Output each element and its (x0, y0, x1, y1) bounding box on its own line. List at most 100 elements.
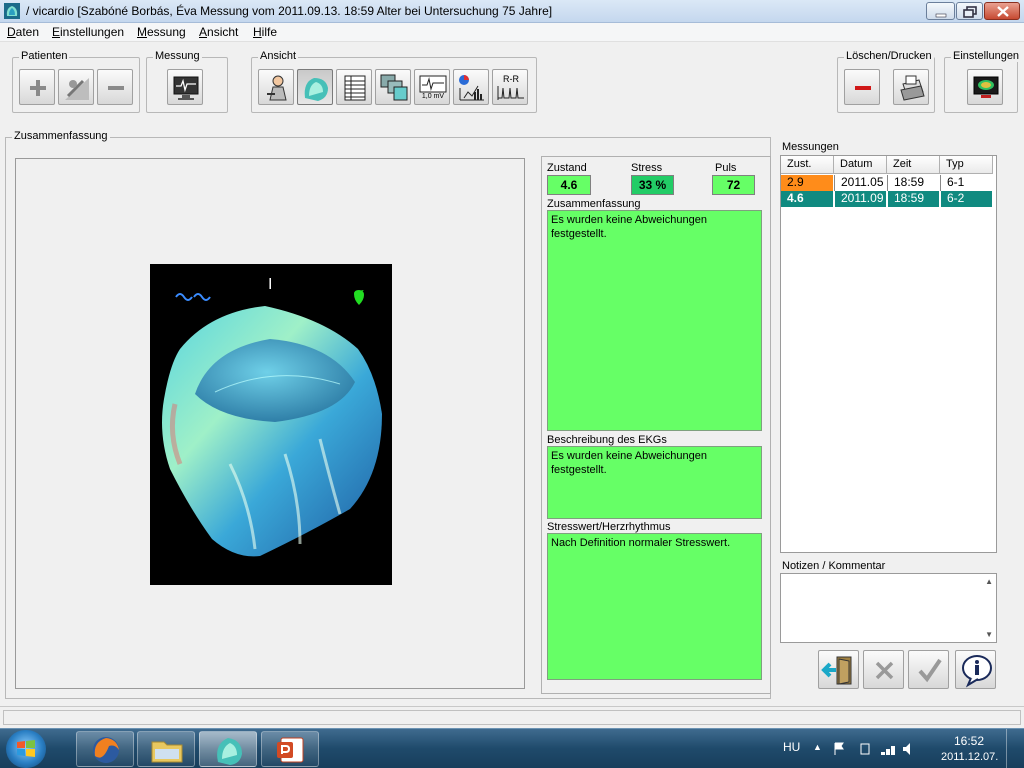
confirm-button[interactable] (908, 650, 949, 689)
summary-text: Es wurden keine Abweichungen festgestell… (547, 210, 762, 431)
add-patient-button[interactable] (19, 69, 55, 105)
einstellungen-label: Einstellungen (951, 50, 1022, 62)
rr-interval-view-button[interactable]: R-R (492, 69, 528, 105)
stress-label: Stress (631, 162, 663, 174)
info-icon (962, 655, 992, 688)
menu-hilfe[interactable]: Hilfe (253, 25, 277, 39)
rr-interval-icon (497, 86, 524, 100)
action-center-flag-icon[interactable] (834, 742, 844, 755)
column-header-zeit[interactable]: Zeit (887, 156, 940, 174)
window-title: / vicardio [Szabóné Borbás, Éva Messung … (26, 4, 553, 18)
show-desktop-button[interactable] (1006, 729, 1024, 768)
messung-label: Messung (153, 50, 202, 62)
volume-icon[interactable] (903, 743, 910, 755)
tray-icons[interactable] (833, 741, 913, 757)
scroll-up-icon[interactable]: ▲ (985, 577, 993, 586)
taskbar: HU ▲ 16:52 2011.12.07. (0, 728, 1024, 768)
measurements-list[interactable]: Zust. Datum Zeit Typ 2.9 2011.05 18:59 6… (780, 155, 997, 553)
info-button[interactable] (955, 650, 996, 689)
scroll-down-icon[interactable]: ▼ (985, 630, 993, 639)
multi-view-button[interactable] (375, 69, 411, 105)
loeschen-drucken-label: Löschen/Drucken (844, 50, 934, 62)
notes-textarea[interactable]: ▲ ▼ (780, 573, 997, 643)
menu-ansicht[interactable]: Ansicht (199, 25, 238, 39)
exit-button[interactable] (818, 650, 859, 689)
minus-icon (108, 86, 124, 90)
taskbar-explorer[interactable] (137, 731, 195, 767)
title-bar[interactable]: / vicardio [Szabóné Borbás, Éva Messung … (0, 0, 1024, 23)
multi-window-icon (380, 74, 408, 101)
cross-icon (875, 661, 894, 680)
column-header-zust[interactable]: Zust. (781, 156, 834, 174)
close-button[interactable] (984, 2, 1020, 20)
messungen-label: Messungen (782, 141, 839, 153)
zustand-value: 4.6 (547, 175, 591, 195)
taskbar-powerpoint[interactable] (261, 731, 319, 767)
safely-remove-icon[interactable] (860, 743, 870, 755)
edit-patient-button[interactable] (58, 69, 94, 105)
ansicht-label: Ansicht (258, 50, 299, 62)
print-button[interactable] (893, 69, 929, 105)
row-zeit: 18:59 (887, 191, 940, 207)
minimize-button[interactable] (926, 2, 955, 20)
einstellungen-group: Einstellungen (944, 50, 1022, 113)
3d-heart-view-button[interactable] (297, 69, 333, 105)
menu-einstellungen[interactable]: Einstellungen (52, 25, 124, 39)
language-indicator[interactable]: HU (783, 740, 800, 754)
taskbar-vicardio[interactable] (199, 731, 257, 767)
network-icon[interactable] (881, 746, 895, 755)
monitor-settings-icon (973, 76, 999, 98)
row-typ: 6-1 (940, 175, 993, 191)
exit-door-icon (821, 656, 852, 685)
show-hidden-icons-icon[interactable]: ▲ (813, 742, 822, 752)
pie-bar-chart-icon (459, 75, 484, 101)
menu-daten[interactable]: Daten (7, 25, 39, 39)
puls-value: 72 (712, 175, 755, 195)
column-header-datum[interactable]: Datum (834, 156, 887, 174)
row-datum: 2011.09 (834, 191, 887, 207)
zusammenfassung-section-label: Zusammenfassung (12, 130, 110, 142)
restore-button[interactable] (956, 2, 983, 20)
ecg-scale-icon (419, 75, 447, 93)
patient-view-button[interactable] (258, 69, 294, 105)
taskbar-firefox[interactable] (76, 731, 134, 767)
printer-icon (900, 75, 925, 101)
ecg-monitor-button[interactable] (167, 69, 203, 105)
patient-person-icon (267, 75, 287, 101)
chart-view-button[interactable] (453, 69, 489, 105)
summary-label: Zusammenfassung (547, 198, 641, 210)
table-icon (344, 75, 366, 101)
close-icon (997, 6, 1009, 17)
3d-heart-visualization[interactable]: I (150, 264, 392, 585)
ecg-scale-label: 1,0 mV (421, 93, 445, 100)
clock-date[interactable]: 2011.12.07. (941, 751, 998, 763)
status-bar (0, 706, 1024, 728)
remove-patient-button[interactable] (97, 69, 133, 105)
table-view-button[interactable] (336, 69, 372, 105)
ekg-description-text: Es wurden keine Abweichungen festgestell… (547, 446, 762, 519)
minimize-icon (935, 13, 947, 18)
stress-value: 33 % (631, 175, 674, 195)
3d-heart-image (162, 290, 382, 557)
vicardio-icon (217, 738, 242, 765)
menu-messung[interactable]: Messung (137, 25, 186, 39)
row-datum: 2011.05 (834, 175, 887, 191)
menu-bar: Daten Einstellungen Messung Ansicht Hilf… (0, 23, 1024, 42)
vicardio-app-icon (4, 3, 20, 19)
checkmark-icon (918, 658, 942, 683)
ecg-monitor-icon (173, 76, 199, 100)
puls-label: Puls (715, 162, 737, 174)
delete-button[interactable] (844, 69, 880, 105)
column-header-typ[interactable]: Typ (940, 156, 993, 174)
ecg-1mv-view-button[interactable]: 1,0 mV (414, 69, 450, 105)
powerpoint-icon (277, 737, 304, 763)
restore-icon (963, 6, 977, 18)
3d-heart-icon (304, 78, 328, 101)
monitor-settings-button[interactable] (967, 69, 1003, 105)
zustand-label: Zustand (547, 162, 587, 174)
cancel-button[interactable] (863, 650, 904, 689)
start-button[interactable] (6, 730, 46, 768)
notes-label: Notizen / Kommentar (782, 560, 886, 572)
loeschen-drucken-group: Löschen/Drucken (837, 50, 935, 113)
clock-time[interactable]: 16:52 (954, 734, 984, 748)
